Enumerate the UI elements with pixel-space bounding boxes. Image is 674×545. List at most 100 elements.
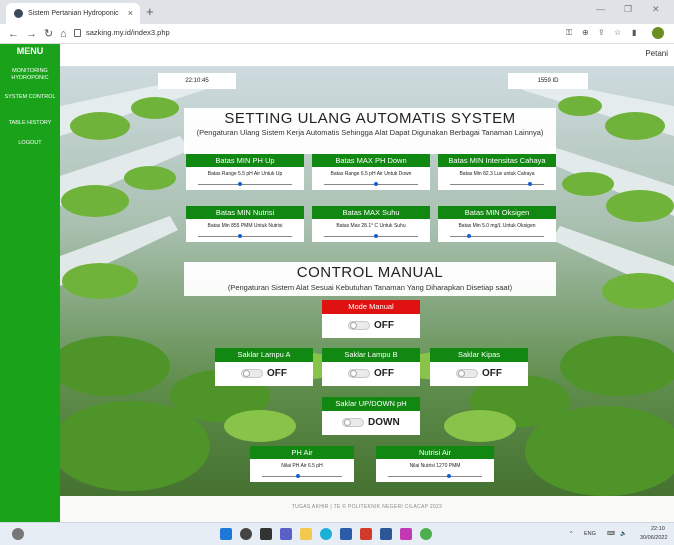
slider-knob[interactable] — [296, 474, 300, 478]
sidebar-item-logout[interactable]: LOGOUT — [0, 140, 60, 147]
fan-state: OFF — [482, 368, 502, 379]
close-tab-icon[interactable]: × — [128, 3, 133, 24]
back-icon[interactable]: ← — [8, 27, 19, 41]
automatic-subtitle: (Pengaturan Ulang Sistem Kerja Automatis… — [196, 128, 544, 137]
footer-text: TUGAS AKHIR | TE © POLITEKNIK NEGERI CIL… — [291, 504, 443, 510]
card-label: Batas MIN Nutrisi — [186, 206, 304, 219]
slider-track[interactable] — [388, 474, 482, 478]
browser-nav-bar: ← → ↻ ⌂ sazking.my.id/index3.php ⚿ ⊕ ⇪ ☆… — [0, 24, 674, 44]
favicon-icon — [14, 9, 23, 18]
edge-icon[interactable] — [320, 528, 332, 540]
reload-icon[interactable]: ↻ — [44, 27, 53, 41]
lamp-a-label: Saklar Lampu A — [215, 348, 313, 362]
minimize-icon[interactable]: — — [596, 4, 605, 14]
store-icon[interactable] — [340, 528, 352, 540]
card-value: Batas Range 5.5 pH Air Untuk Up — [207, 171, 283, 177]
lock-icon — [74, 29, 81, 37]
new-tab-icon[interactable]: + — [146, 4, 154, 20]
cortana-icon[interactable] — [12, 528, 24, 540]
slider-track[interactable] — [450, 182, 544, 186]
lamp-a-switch[interactable] — [241, 369, 263, 378]
app-icon[interactable] — [360, 528, 372, 540]
slider-knob[interactable] — [238, 182, 243, 186]
app2-icon[interactable] — [400, 528, 412, 540]
lamp-b-label: Saklar Lampu B — [322, 348, 420, 362]
card-label: Batas MAX Suhu — [312, 206, 430, 219]
card-value: Batas Min 855 PMM Untuk Nutrisi — [207, 223, 283, 229]
forward-icon[interactable]: → — [26, 27, 37, 41]
slider-track[interactable] — [324, 234, 418, 238]
key-icon[interactable]: ⚿ — [566, 28, 572, 38]
lamp-a-state: OFF — [267, 368, 287, 379]
menu-title: MENU — [16, 46, 44, 56]
search-icon[interactable] — [240, 528, 252, 540]
network-icon[interactable]: ⌨ — [607, 531, 615, 537]
clock-time[interactable]: 22:10 — [651, 526, 665, 532]
page-header: Petani — [60, 44, 674, 66]
card-max-ph-down: Batas MAX PH Down Batas Range 6.5 pH Air… — [312, 154, 430, 190]
card-min-light: Batas MIN Intensitas Cahaya Batas Min 82… — [438, 154, 556, 190]
browser-tab[interactable]: Sistem Pertanian Hydroponic × — [6, 3, 140, 24]
home-icon[interactable]: ⌂ — [60, 27, 67, 41]
slider-knob[interactable] — [238, 234, 243, 238]
browser-tab-bar: Sistem Pertanian Hydroponic × + — ❐ ✕ — [0, 0, 674, 24]
updown-ph-state: DOWN — [368, 417, 400, 428]
task-view-icon[interactable] — [260, 528, 272, 540]
sidebar-item-system-control[interactable]: SYSTEM CONTROL — [0, 94, 60, 101]
slider-track[interactable] — [198, 234, 292, 238]
chat-icon[interactable] — [280, 528, 292, 540]
chrome-icon[interactable] — [420, 528, 432, 540]
sidepanel-icon[interactable]: ▮ — [632, 28, 636, 37]
fan-switch[interactable] — [456, 369, 478, 378]
updown-ph-switch[interactable] — [342, 418, 364, 427]
url-bar[interactable]: sazking.my.id/index3.php — [86, 28, 170, 37]
mode-manual-state: OFF — [374, 320, 394, 331]
switch-knob — [350, 370, 357, 377]
word-icon[interactable] — [380, 528, 392, 540]
card-value: Batas Range 6.5 pH Air Untuk Down — [330, 171, 412, 177]
switch-knob — [350, 322, 357, 329]
file-explorer-icon[interactable] — [300, 528, 312, 540]
sidebar-item-table-history[interactable]: TABLE HISTORY — [0, 120, 60, 127]
card-value: Batas Max 28.1° C Untuk Suhu — [336, 223, 406, 229]
slider-track[interactable] — [450, 234, 544, 238]
slider-knob[interactable] — [527, 182, 532, 186]
slider-track[interactable] — [198, 182, 292, 186]
slider-track[interactable] — [324, 182, 418, 186]
card-label: Batas MAX PH Down — [312, 154, 430, 167]
slider-knob[interactable] — [373, 234, 378, 238]
clock-date[interactable]: 30/06/2022 — [640, 535, 668, 541]
lamp-b-switch[interactable] — [348, 369, 370, 378]
nutrient-air-value: Nilai Nutrisi 1270 PMM — [409, 463, 461, 469]
ph-air-card: PH Air Nilai PH Air 6.5 pH — [250, 446, 354, 482]
fan-card: Saklar Kipas OFF — [430, 348, 528, 386]
share-icon[interactable]: ⇪ — [598, 28, 605, 37]
volume-icon[interactable]: 🔈 — [620, 531, 627, 537]
bookmark-icon[interactable]: ☆ — [614, 28, 621, 37]
ph-air-label: PH Air — [250, 446, 354, 459]
lamp-b-card: Saklar Lampu B OFF — [322, 348, 420, 386]
tray-chevron-icon[interactable]: ^ — [570, 531, 573, 537]
zoom-icon[interactable]: ⊕ — [582, 28, 589, 37]
mode-manual-switch[interactable] — [348, 321, 370, 330]
slider-knob[interactable] — [466, 234, 471, 238]
language-indicator[interactable]: ENG — [584, 531, 596, 537]
restore-icon[interactable]: ❐ — [624, 4, 632, 15]
slider-track[interactable] — [262, 474, 342, 478]
card-value: Batas Min 82.3 Lux untuk Cahaya — [459, 171, 535, 177]
footer: TUGAS AKHIR | TE © POLITEKNIK NEGERI CIL… — [60, 496, 674, 522]
card-min-nutrient: Batas MIN Nutrisi Batas Min 855 PMM Untu… — [186, 206, 304, 242]
updown-ph-card: Saklar UP/DOWN pH DOWN — [322, 397, 420, 435]
user-name[interactable]: Petani — [645, 49, 668, 58]
slider-knob[interactable] — [373, 182, 378, 186]
switch-knob — [243, 370, 250, 377]
card-label: Batas MIN Intensitas Cahaya — [438, 154, 556, 167]
sidebar-item-monitoring[interactable]: MONITORING HYDROPONIC — [0, 68, 60, 82]
window-close-icon[interactable]: ✕ — [652, 4, 660, 15]
automatic-title: SETTING ULANG AUTOMATIS SYSTEM — [224, 110, 516, 127]
switch-knob — [344, 419, 351, 426]
start-icon[interactable] — [220, 528, 232, 540]
slider-knob[interactable] — [447, 474, 452, 478]
updown-ph-label: Saklar UP/DOWN pH — [322, 397, 420, 411]
profile-avatar[interactable] — [652, 27, 664, 39]
